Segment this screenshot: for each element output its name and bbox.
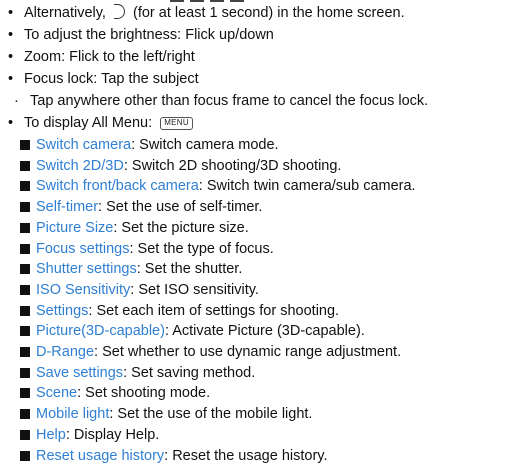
menu-item: Focus settings: Set the type of focus. xyxy=(20,238,274,260)
menu-item: Picture(3D-capable): Activate Picture (3… xyxy=(20,320,365,342)
brightness-text: To adjust the brightness: Flick up/down xyxy=(24,27,274,43)
menu-item-term[interactable]: Mobile light xyxy=(36,406,109,422)
menu-item-description: : Set saving method. xyxy=(123,364,256,381)
bullet-icon: • xyxy=(8,5,14,21)
square-bullet-icon xyxy=(20,450,30,461)
menu-item-term[interactable]: Switch front/back camera xyxy=(36,178,199,194)
sub-bullet-icon: · xyxy=(14,93,19,109)
menu-item: ISO Sensitivity: Set ISO sensitivity. xyxy=(20,279,259,301)
menu-item: Settings: Set each item of settings for … xyxy=(20,300,339,322)
menu-item: Shutter settings: Set the shutter. xyxy=(20,258,242,280)
menu-item-term[interactable]: Picture(3D-capable) xyxy=(36,323,165,339)
menu-item: Mobile light: Set the use of the mobile … xyxy=(20,403,312,425)
all-menu-line: • To display All Menu: MENU xyxy=(8,112,193,134)
zoom-line: • Zoom: Flick to the left/right xyxy=(8,46,195,68)
bullet-icon: • xyxy=(8,27,14,43)
alternatively-text-after: (for at least 1 second) in the home scre… xyxy=(128,5,405,21)
side-key-icon xyxy=(113,4,125,19)
menu-item-term[interactable]: D-Range xyxy=(36,344,94,360)
menu-item-term[interactable]: Picture Size xyxy=(36,220,113,236)
menu-item: Scene: Set shooting mode. xyxy=(20,382,210,404)
alternatively-text-before: Alternatively, xyxy=(24,5,110,21)
menu-item-description: : Set the picture size. xyxy=(113,219,249,236)
square-bullet-icon xyxy=(20,264,30,275)
menu-item-description: : Set the shutter. xyxy=(136,261,243,278)
square-bullet-icon xyxy=(20,140,30,150)
zoom-text: Zoom: Flick to the left/right xyxy=(24,49,195,65)
square-bullet-icon xyxy=(20,388,30,399)
menu-item: Picture Size: Set the picture size. xyxy=(20,217,249,239)
brightness-line: • To adjust the brightness: Flick up/down xyxy=(8,24,274,46)
menu-item: Save settings: Set saving method. xyxy=(20,362,255,384)
cancel-focus-line: · Tap anywhere other than focus frame to … xyxy=(14,90,428,112)
cancel-focus-text: Tap anywhere other than focus frame to c… xyxy=(30,93,429,109)
menu-item-term[interactable]: Focus settings xyxy=(36,241,130,257)
square-bullet-icon xyxy=(20,222,30,233)
menu-item-term[interactable]: Switch 2D/3D xyxy=(36,158,124,174)
all-menu-text: To display All Menu: xyxy=(24,115,157,131)
bullet-icon: • xyxy=(8,115,14,131)
manual-page: • Alternatively, (for at least 1 second) … xyxy=(0,0,518,475)
menu-item: Help: Display Help. xyxy=(20,424,159,446)
menu-item-term[interactable]: Switch camera xyxy=(36,137,131,153)
menu-item-description: : Set the type of focus. xyxy=(129,240,274,257)
square-bullet-icon xyxy=(20,409,30,420)
menu-item-term[interactable]: Scene xyxy=(36,385,77,401)
menu-item: Switch 2D/3D: Switch 2D shooting/3D shoo… xyxy=(20,155,341,177)
menu-item-description: : Switch twin camera/sub camera. xyxy=(198,178,416,195)
square-bullet-icon xyxy=(20,367,30,378)
bullet-icon: • xyxy=(8,71,14,87)
menu-item-description: : Switch camera mode. xyxy=(131,137,279,153)
menu-item: D-Range: Set whether to use dynamic rang… xyxy=(20,341,401,363)
menu-item-term[interactable]: ISO Sensitivity xyxy=(36,282,130,298)
square-bullet-icon xyxy=(20,160,30,171)
menu-item-term[interactable]: Save settings xyxy=(36,365,123,381)
menu-item-description: : Activate Picture (3D-capable). xyxy=(164,323,365,340)
menu-item-term[interactable]: Shutter settings xyxy=(36,261,137,277)
focus-lock-text: Focus lock: Tap the subject xyxy=(24,71,199,87)
menu-item-term[interactable]: Self-timer xyxy=(36,199,98,215)
menu-item-description: : Set shooting mode. xyxy=(77,385,211,402)
bullet-icon: • xyxy=(8,49,14,65)
square-bullet-icon xyxy=(20,181,30,192)
menu-key-icon: MENU xyxy=(160,117,193,130)
square-bullet-icon xyxy=(20,429,30,440)
menu-item-description: : Switch 2D shooting/3D shooting. xyxy=(123,157,342,174)
menu-item: Switch front/back camera: Switch twin ca… xyxy=(20,175,416,197)
menu-item-term[interactable]: Reset usage history xyxy=(36,448,164,464)
menu-item: Self-timer: Set the use of self-timer. xyxy=(20,196,262,218)
menu-item-description: : Set the use of the mobile light. xyxy=(109,406,313,423)
menu-item-description: : Set whether to use dynamic range adjus… xyxy=(94,344,402,360)
focus-lock-line: • Focus lock: Tap the subject xyxy=(8,68,199,90)
menu-item-term[interactable]: Help xyxy=(36,427,66,443)
menu-item-description: : Display Help. xyxy=(65,426,160,443)
square-bullet-icon xyxy=(20,326,30,337)
menu-item: Switch camera: Switch camera mode. xyxy=(20,134,279,156)
menu-item: Reset usage history: Reset the usage his… xyxy=(20,445,328,467)
square-bullet-icon xyxy=(20,347,30,357)
menu-item-description: : Set each item of settings for shooting… xyxy=(88,302,340,319)
menu-item-term[interactable]: Settings xyxy=(36,303,88,319)
square-bullet-icon xyxy=(20,305,30,316)
alternatively-line: • Alternatively, (for at least 1 second) … xyxy=(8,2,405,24)
menu-item-description: : Reset the usage history. xyxy=(164,447,328,464)
square-bullet-icon xyxy=(20,202,30,213)
menu-item-description: : Set the use of self-timer. xyxy=(98,199,263,216)
square-bullet-icon xyxy=(20,284,30,295)
square-bullet-icon xyxy=(20,243,30,254)
menu-item-description: : Set ISO sensitivity. xyxy=(130,281,259,298)
